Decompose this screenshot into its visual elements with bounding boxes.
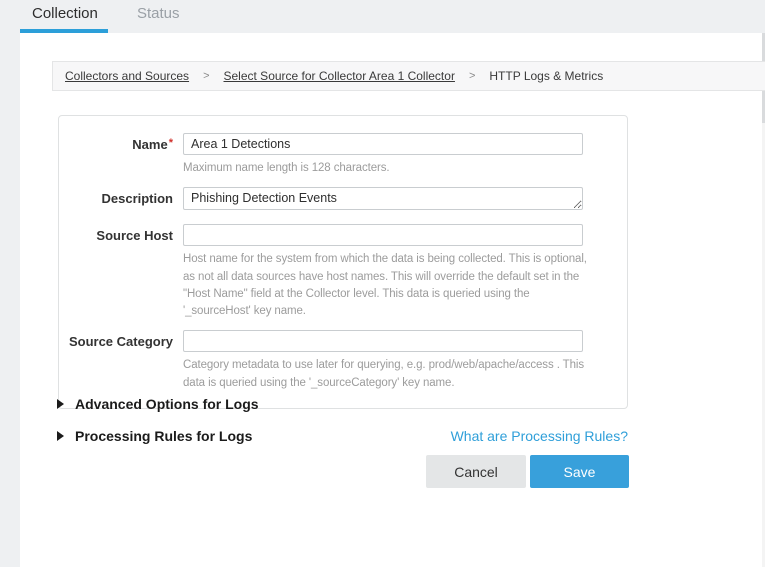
name-input[interactable] [183, 133, 583, 155]
breadcrumb: Collectors and Sources > Select Source f… [52, 61, 765, 91]
source-host-help-text: Host name for the system from which the … [183, 251, 587, 320]
breadcrumb-separator-icon: > [469, 70, 475, 82]
description-label: Description [59, 187, 173, 207]
what-are-processing-rules-link[interactable]: What are Processing Rules? [58, 428, 628, 444]
name-label: Name* [59, 133, 173, 153]
source-host-field-row: Source Host [59, 224, 627, 246]
advanced-options-toggle[interactable]: Advanced Options for Logs [57, 396, 628, 412]
advanced-options-label: Advanced Options for Logs [75, 396, 259, 412]
tab-bar: Collection Status [0, 0, 765, 33]
tab-collection[interactable]: Collection [32, 5, 98, 22]
name-field-row: Name* [59, 133, 627, 155]
name-help-text: Maximum name length is 128 characters. [183, 160, 587, 177]
source-category-field-row: Source Category [59, 330, 627, 352]
action-button-row: Cancel Save [58, 455, 629, 488]
source-category-label: Source Category [59, 330, 173, 350]
name-label-text: Name [132, 137, 167, 152]
source-host-input[interactable] [183, 224, 583, 246]
source-category-input[interactable] [183, 330, 583, 352]
tab-status[interactable]: Status [137, 5, 180, 22]
required-asterisk: * [169, 137, 173, 149]
cancel-button[interactable]: Cancel [426, 455, 526, 488]
source-host-label: Source Host [59, 224, 173, 244]
source-category-help-text: Category metadata to use later for query… [183, 357, 587, 392]
description-field-row: Description Phishing Detection Events [59, 187, 627, 215]
expand-triangle-icon [57, 399, 64, 409]
source-config-card: Name* Maximum name length is 128 charact… [58, 115, 628, 409]
description-textarea[interactable]: Phishing Detection Events [183, 187, 583, 210]
breadcrumb-link-collectors-and-sources[interactable]: Collectors and Sources [65, 69, 189, 83]
breadcrumb-current-page: HTTP Logs & Metrics [489, 69, 603, 83]
breadcrumb-link-select-source[interactable]: Select Source for Collector Area 1 Colle… [224, 69, 455, 83]
breadcrumb-separator-icon: > [203, 70, 209, 82]
save-button[interactable]: Save [530, 455, 629, 488]
